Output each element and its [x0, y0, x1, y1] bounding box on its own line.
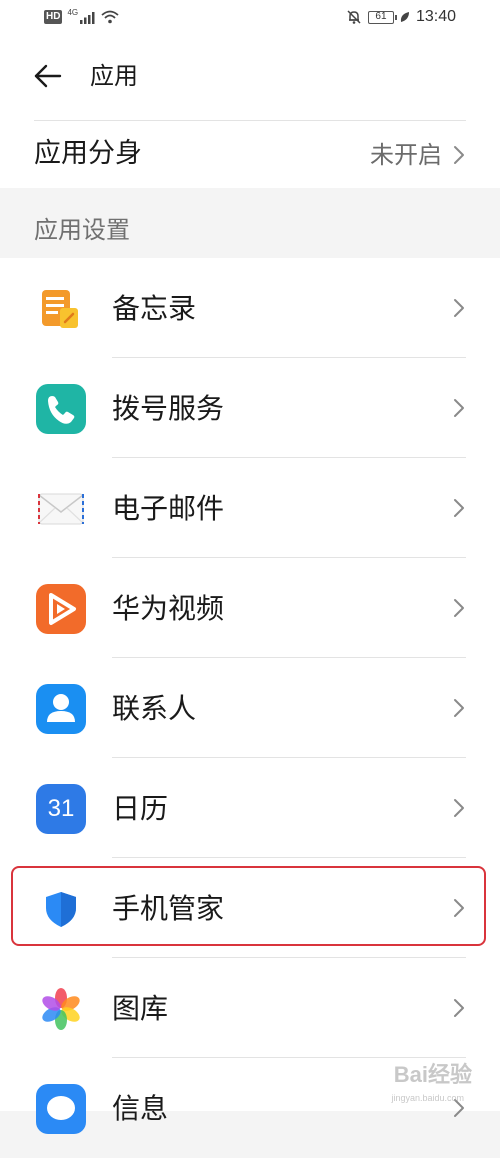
battery-level: 61: [375, 10, 387, 22]
page-title: 应用: [90, 62, 138, 90]
calendar-icon: 31: [36, 784, 86, 834]
video-play-icon: [36, 584, 86, 634]
app-row-contacts[interactable]: 联系人: [0, 658, 500, 758]
app-settings-list: 备忘录 拨号服务 电子邮件 华为视频 联系人 31 日历 手机管家 图库 信息: [0, 258, 500, 1134]
chevron-right-icon: [454, 999, 464, 1017]
back-arrow-icon[interactable]: [30, 58, 66, 94]
signal-icon: [80, 11, 95, 24]
status-right: 61 13:40: [346, 8, 456, 26]
wifi-icon: [101, 10, 119, 24]
status-bar: HD 4G 61 13:40: [0, 0, 500, 36]
app-label: 拨号服务: [112, 392, 225, 425]
chevron-right-icon: [454, 299, 464, 317]
app-header: 应用: [0, 36, 500, 120]
contacts-icon: [36, 684, 86, 734]
gallery-flower-icon: [36, 984, 86, 1034]
chevron-right-icon: [454, 146, 464, 164]
app-twin-label: 应用分身: [34, 138, 142, 169]
app-label: 日历: [112, 792, 169, 825]
app-label: 信息: [112, 1092, 169, 1125]
network-type: 4G: [67, 7, 79, 17]
app-row-video[interactable]: 华为视频: [0, 558, 500, 658]
status-left: HD 4G: [44, 7, 119, 24]
notepad-icon: [36, 284, 86, 334]
leaf-icon: [400, 12, 409, 22]
app-label: 联系人: [112, 692, 197, 725]
app-row-gallery[interactable]: 图库: [0, 958, 500, 1058]
chevron-right-icon: [454, 499, 464, 517]
battery-icon: 61: [367, 10, 397, 24]
chevron-right-icon: [454, 799, 464, 817]
app-row-calendar[interactable]: 31 日历: [0, 758, 500, 858]
chevron-right-icon: [454, 599, 464, 617]
mute-bell-icon: [347, 10, 361, 24]
app-twin-value: 未开启: [370, 141, 442, 169]
section-title: 应用设置: [34, 216, 130, 244]
messages-icon: [36, 1084, 86, 1134]
app-label: 备忘录: [112, 292, 197, 325]
app-twin-row[interactable]: 应用分身 未开启: [0, 120, 500, 188]
watermark-url: jingyan.baidu.com: [391, 1093, 464, 1103]
calendar-day: 31: [47, 795, 75, 822]
watermark: Bai经验: [393, 1062, 472, 1087]
chevron-right-icon: [454, 699, 464, 717]
mail-icon: [36, 484, 86, 534]
highlight-box: [11, 866, 486, 946]
app-label: 电子邮件: [112, 492, 225, 525]
phone-icon: [36, 384, 86, 434]
app-row-phone[interactable]: 拨号服务: [0, 358, 500, 458]
app-row-notepad[interactable]: 备忘录: [0, 258, 500, 358]
app-label: 图库: [112, 992, 169, 1025]
clock: 13:40: [415, 8, 456, 25]
divider: [34, 120, 466, 121]
chevron-right-icon: [454, 399, 464, 417]
app-row-mail[interactable]: 电子邮件: [0, 458, 500, 558]
hd-badge: HD: [44, 10, 63, 24]
app-label: 华为视频: [112, 592, 225, 625]
